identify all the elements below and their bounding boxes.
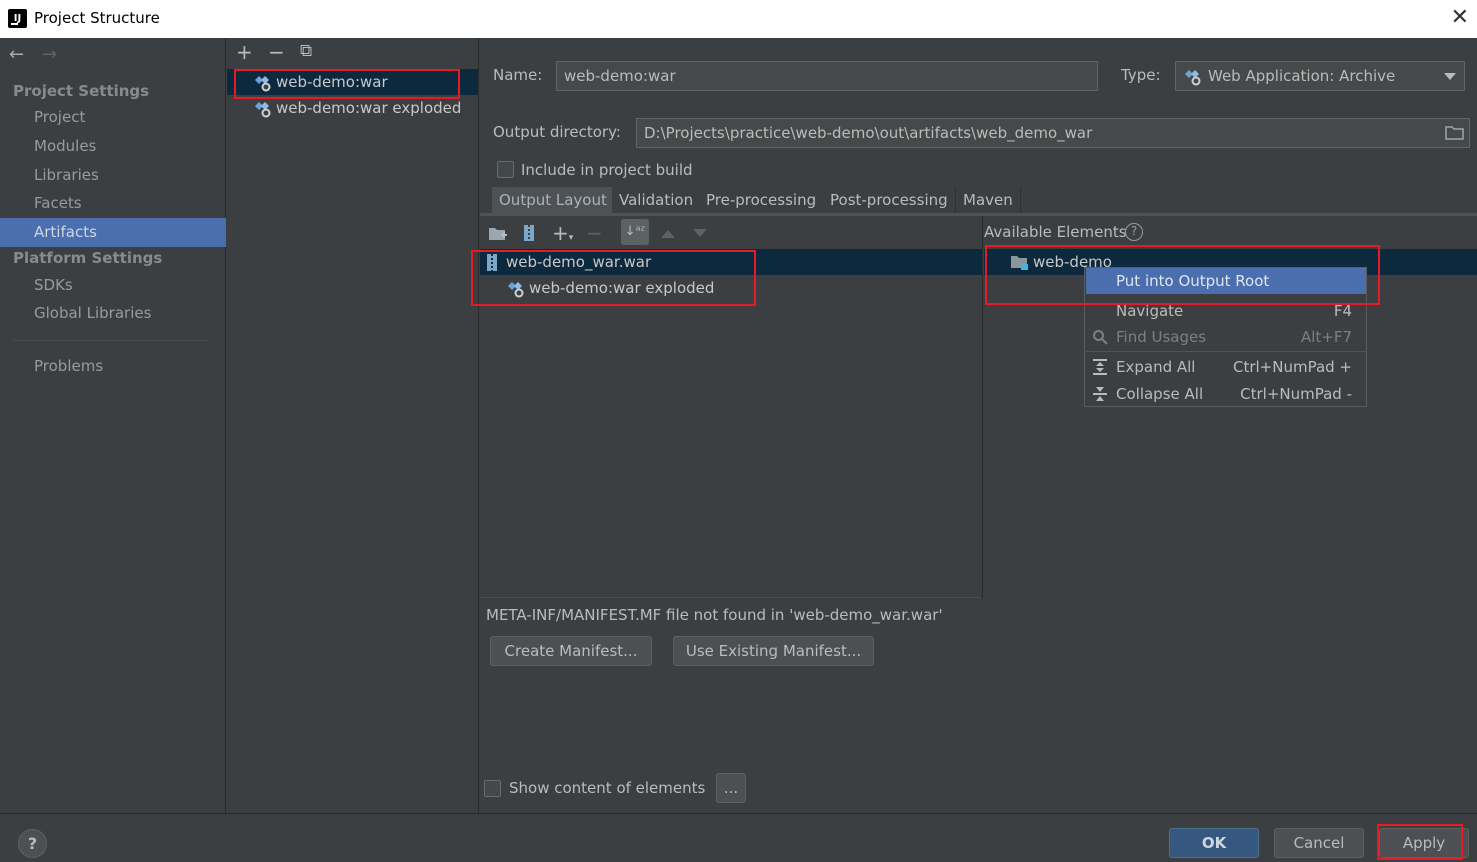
- move-down-icon[interactable]: [693, 229, 707, 238]
- tab-post-processing[interactable]: Post-processing: [823, 187, 956, 214]
- tab-output-layout[interactable]: Output Layout: [492, 187, 615, 214]
- platform-settings-header: Platform Settings: [13, 249, 163, 267]
- tab-maven[interactable]: Maven: [956, 187, 1021, 214]
- output-directory-value: D:\Projects\practice\web-demo\out\artifa…: [644, 124, 1093, 142]
- add-element-icon[interactable]: +▾: [552, 221, 573, 245]
- nav-item-sdks[interactable]: SDKs: [0, 272, 226, 299]
- manifest-message: META-INF/MANIFEST.MF file not found in '…: [486, 606, 943, 624]
- forward-arrow-icon[interactable]: →: [42, 44, 57, 65]
- show-content-checkbox[interactable]: [484, 780, 501, 797]
- create-manifest-button[interactable]: Create Manifest...: [490, 636, 652, 666]
- menu-item-expand-all[interactable]: Expand All Ctrl+NumPad +: [1086, 354, 1366, 380]
- project-settings-header: Project Settings: [13, 82, 150, 100]
- back-arrow-icon[interactable]: ←: [9, 44, 24, 65]
- annotation-box: [1377, 824, 1463, 860]
- move-up-icon[interactable]: [661, 229, 675, 238]
- remove-artifact-icon[interactable]: −: [268, 40, 285, 64]
- nav-item-artifacts[interactable]: Artifacts: [0, 218, 226, 247]
- nav-divider: [13, 340, 209, 341]
- tab-pre-processing[interactable]: Pre-processing: [699, 187, 825, 214]
- cancel-button[interactable]: Cancel: [1274, 828, 1364, 858]
- close-icon[interactable]: ✕: [1451, 5, 1469, 30]
- menu-item-find-usages[interactable]: Find Usages Alt+F7: [1086, 324, 1366, 350]
- annotation-box: [471, 250, 756, 306]
- title-bar: IJ Project Structure ✕: [0, 0, 1477, 38]
- ok-button[interactable]: OK: [1169, 828, 1259, 858]
- menu-item-shortcut: Ctrl+NumPad -: [1240, 385, 1352, 403]
- expand-all-icon: [1093, 359, 1107, 375]
- chevron-down-icon: [1444, 73, 1456, 80]
- help-icon[interactable]: ?: [1125, 223, 1143, 241]
- name-input[interactable]: web-demo:war: [556, 61, 1098, 91]
- nav-item-libraries[interactable]: Libraries: [0, 162, 226, 189]
- sort-icon[interactable]: ↓ᵃᶻ: [621, 219, 649, 245]
- artifact-item-label: web-demo:war exploded: [276, 99, 462, 117]
- output-directory-input[interactable]: D:\Projects\practice\web-demo\out\artifa…: [636, 118, 1470, 148]
- web-artifact-icon: [1185, 70, 1201, 86]
- tab-validation[interactable]: Validation: [612, 187, 702, 214]
- footer-divider: [0, 813, 1477, 814]
- type-select-value: Web Application: Archive: [1208, 67, 1396, 85]
- menu-divider: [1086, 351, 1366, 352]
- use-existing-manifest-button[interactable]: Use Existing Manifest...: [673, 636, 874, 666]
- nav-item-facets[interactable]: Facets: [0, 190, 226, 217]
- annotation-box: [234, 69, 460, 99]
- menu-item-shortcut: Alt+F7: [1300, 328, 1352, 346]
- manifest-divider: [480, 597, 980, 598]
- web-artifact-icon: [255, 102, 271, 118]
- remove-element-icon[interactable]: −: [586, 221, 603, 245]
- output-directory-label: Output directory:: [493, 123, 621, 141]
- type-select[interactable]: Web Application: Archive: [1175, 61, 1465, 91]
- search-icon: [1093, 330, 1108, 345]
- nav-item-modules[interactable]: Modules: [0, 133, 226, 160]
- show-content-label: Show content of elements: [509, 779, 706, 797]
- nav-item-project[interactable]: Project: [0, 104, 226, 131]
- menu-item-shortcut: Ctrl+NumPad +: [1232, 358, 1352, 376]
- available-elements-label: Available Elements: [984, 223, 1127, 241]
- intellij-logo-icon: IJ: [8, 9, 27, 28]
- window-title: Project Structure: [34, 9, 160, 27]
- panel-divider: [982, 216, 983, 598]
- collapse-all-icon: [1093, 387, 1107, 401]
- menu-item-label: Find Usages: [1116, 328, 1207, 346]
- type-label: Type:: [1121, 66, 1161, 84]
- menu-item-collapse-all[interactable]: Collapse All Ctrl+NumPad -: [1086, 381, 1366, 407]
- create-archive-icon[interactable]: [521, 224, 537, 242]
- artifact-list-panel: + − ⧉ web-demo:war web-demo:war exploded: [227, 38, 479, 814]
- annotation-box: [985, 245, 1380, 305]
- menu-item-label: Expand All: [1116, 358, 1196, 376]
- include-in-build-checkbox[interactable]: [497, 161, 514, 178]
- menu-item-label: Collapse All: [1116, 385, 1204, 403]
- help-button[interactable]: ?: [18, 829, 47, 858]
- settings-nav: ← → Project Settings Project Modules Lib…: [0, 38, 226, 814]
- ellipsis-button[interactable]: ...: [716, 773, 746, 803]
- include-in-build-label: Include in project build: [521, 161, 693, 179]
- nav-item-global-libraries[interactable]: Global Libraries: [0, 300, 226, 327]
- add-artifact-icon[interactable]: +: [236, 40, 253, 64]
- new-directory-icon[interactable]: [488, 225, 508, 243]
- folder-browse-icon[interactable]: [1445, 125, 1465, 141]
- name-label: Name:: [493, 66, 543, 84]
- copy-artifact-icon[interactable]: ⧉: [300, 41, 312, 61]
- nav-item-problems[interactable]: Problems: [0, 353, 226, 380]
